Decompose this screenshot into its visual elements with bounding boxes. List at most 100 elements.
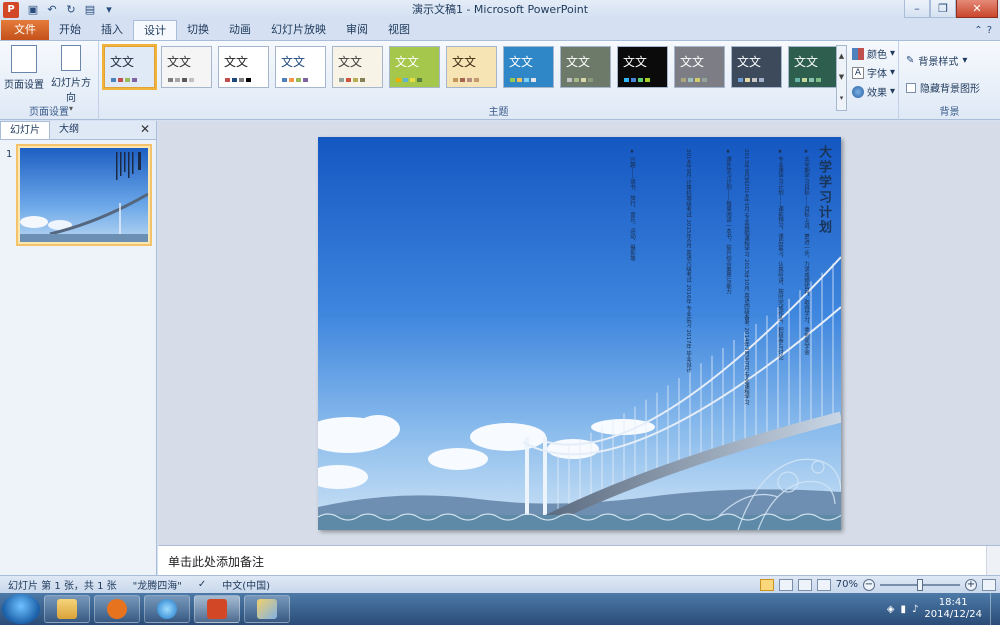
tab-view[interactable]: 视图 bbox=[378, 20, 420, 40]
close-pane-icon[interactable]: ✕ bbox=[140, 122, 150, 136]
spelling-check-icon[interactable]: ✓ bbox=[190, 579, 214, 590]
slide-text-column[interactable]: 2013年9月至2014年1月 专业基础课程学习 2013年10月 英语四级备考… bbox=[742, 149, 749, 405]
page-setup-button[interactable]: 页面设置 bbox=[2, 45, 46, 91]
taskbar-explorer[interactable] bbox=[44, 595, 90, 623]
notes-pane[interactable]: 单击此处添加备注 bbox=[158, 545, 1000, 576]
tab-home[interactable]: 开始 bbox=[49, 20, 91, 40]
zoom-slider-knob[interactable] bbox=[917, 578, 923, 591]
taskbar-pdf-reader[interactable] bbox=[94, 595, 140, 623]
language-status[interactable]: 中文(中国) bbox=[214, 577, 278, 592]
slide-orientation-label: 幻灯片方向 bbox=[51, 78, 91, 104]
powerpoint-icon bbox=[207, 599, 227, 619]
theme-thumbnail[interactable]: 文文 bbox=[446, 46, 497, 88]
background-options: ✎ 背景样式 ▾ 隐藏背景图形 bbox=[906, 53, 980, 95]
theme-thumbnail[interactable]: 文文 bbox=[560, 46, 611, 88]
color-swatch bbox=[574, 78, 579, 82]
slide-text-column[interactable]: ★ 兴趣——读书、旅行、音乐、运动、摄影等 bbox=[628, 149, 635, 261]
theme-thumbnail[interactable]: 文文 bbox=[503, 46, 554, 88]
close-icon[interactable]: ✕ bbox=[956, 0, 998, 18]
security-icon[interactable]: ◈ bbox=[887, 604, 895, 615]
gallery-more-icon[interactable]: ▾ bbox=[837, 88, 846, 109]
taskbar-browser[interactable] bbox=[144, 595, 190, 623]
help-icon[interactable]: ? bbox=[987, 25, 992, 36]
normal-view-icon[interactable] bbox=[759, 578, 774, 591]
theme-thumbnail[interactable]: 文文 bbox=[617, 46, 668, 88]
volume-icon[interactable]: ♪ bbox=[912, 604, 918, 615]
fonts-button[interactable]: A 字体 ▾ bbox=[852, 65, 895, 80]
tab-design[interactable]: 设计 bbox=[133, 20, 177, 40]
zoom-in-icon[interactable]: + bbox=[965, 578, 977, 591]
tab-animations[interactable]: 动画 bbox=[219, 20, 261, 40]
zoom-level[interactable]: 70% bbox=[836, 579, 858, 590]
slide-text-column[interactable]: ★ 课外学习计划——每周阅读一本书，提升综合素质与能力 bbox=[724, 149, 731, 294]
restore-icon[interactable]: ❐ bbox=[930, 0, 956, 18]
tab-file[interactable]: 文件 bbox=[1, 20, 49, 40]
background-styles-button[interactable]: ✎ 背景样式 ▾ bbox=[906, 53, 980, 68]
zoom-slider[interactable] bbox=[880, 578, 960, 591]
slide-sorter-view-icon[interactable] bbox=[778, 578, 793, 591]
color-swatch bbox=[474, 78, 479, 82]
color-swatch bbox=[581, 78, 586, 82]
theme-thumbnail[interactable]: 文文 bbox=[102, 44, 157, 90]
clock[interactable]: 18:41 2014/12/24 bbox=[924, 597, 982, 621]
theme-thumbnail[interactable]: 文文 bbox=[731, 46, 782, 88]
slide-text-column[interactable]: 2014年9月 计算机等级考试 2015年6月 英语六级考试 2016年 专业实… bbox=[684, 149, 691, 373]
color-swatch bbox=[752, 78, 757, 82]
theme-thumbnail[interactable]: 文文 bbox=[218, 46, 269, 88]
start-button[interactable] bbox=[2, 594, 40, 624]
notes-placeholder[interactable]: 单击此处添加备注 bbox=[168, 553, 264, 570]
group-label-background: 背景 bbox=[939, 107, 960, 118]
current-slide[interactable]: 大学学习计划 ★ 本学期学习目标——目标上进、更进一步，力求成绩优异，取得学分，… bbox=[318, 137, 841, 530]
reading-view-icon[interactable] bbox=[797, 578, 812, 591]
color-swatch bbox=[182, 78, 187, 82]
tab-outline[interactable]: 大纲 bbox=[50, 121, 88, 139]
redo-icon[interactable]: ↻ bbox=[63, 2, 79, 18]
minimize-ribbon-icon[interactable]: ⌃ bbox=[974, 25, 982, 36]
show-desktop-button[interactable] bbox=[990, 593, 1000, 625]
theme-thumbnail[interactable]: 文文 bbox=[332, 46, 383, 88]
tab-insert[interactable]: 插入 bbox=[91, 20, 133, 40]
theme-color-swatches bbox=[225, 78, 251, 82]
colors-button[interactable]: 颜色 ▾ bbox=[852, 46, 895, 61]
theme-thumbnail[interactable]: 文文 bbox=[389, 46, 440, 88]
minimize-icon[interactable]: – bbox=[904, 0, 930, 18]
taskbar-paint[interactable] bbox=[244, 595, 290, 623]
color-swatch bbox=[681, 78, 686, 82]
hide-background-graphics-checkbox[interactable]: 隐藏背景图形 bbox=[906, 80, 980, 95]
slide-text-column[interactable]: ★ 专业课学习计划——课前预习、课后复习，认真听讲，按时完成作业，积极参与讨论 bbox=[776, 149, 783, 360]
save-icon[interactable]: ▣ bbox=[25, 2, 41, 18]
customize-icon[interactable]: ▾ bbox=[101, 2, 117, 18]
powerpoint-app-icon[interactable]: P bbox=[3, 2, 19, 18]
theme-thumbnail[interactable]: 文文 bbox=[161, 46, 212, 88]
effects-button[interactable]: 效果 ▾ bbox=[852, 84, 895, 99]
theme-thumbnail[interactable]: 文文 bbox=[275, 46, 326, 88]
windows-taskbar: ◈ ▮ ♪ 18:41 2014/12/24 bbox=[0, 593, 1000, 625]
theme-color-swatches bbox=[624, 78, 650, 82]
slideshow-view-icon[interactable] bbox=[816, 578, 831, 591]
theme-color-swatches bbox=[339, 78, 365, 82]
undo-icon[interactable]: ↶ bbox=[44, 2, 60, 18]
tab-slides[interactable]: 幻灯片 bbox=[0, 121, 50, 139]
theme-thumbnail[interactable]: 文文 bbox=[674, 46, 725, 88]
tab-transitions[interactable]: 切换 bbox=[177, 20, 219, 40]
tab-review[interactable]: 审阅 bbox=[336, 20, 378, 40]
theme-variants: 颜色 ▾ A 字体 ▾ 效果 ▾ bbox=[852, 46, 895, 99]
scroll-down-icon[interactable]: ▼ bbox=[837, 67, 846, 88]
zoom-out-icon[interactable]: − bbox=[863, 578, 875, 591]
color-swatch bbox=[175, 78, 180, 82]
checkbox-icon[interactable] bbox=[906, 82, 916, 93]
fit-slide-icon[interactable] bbox=[982, 578, 996, 591]
slide-title[interactable]: 大学学习计划 bbox=[814, 145, 833, 235]
notes-scrollbar[interactable] bbox=[986, 546, 1000, 576]
taskbar-powerpoint[interactable] bbox=[194, 595, 240, 623]
theme-color-swatches bbox=[111, 78, 137, 82]
color-swatch bbox=[339, 78, 344, 82]
theme-thumbnail[interactable]: 文文 bbox=[788, 46, 839, 88]
slide-thumbnail[interactable] bbox=[16, 144, 152, 246]
network-icon[interactable]: ▮ bbox=[900, 604, 906, 615]
tab-slideshow[interactable]: 幻灯片放映 bbox=[261, 20, 336, 40]
scroll-up-icon[interactable]: ▲ bbox=[837, 46, 846, 67]
gallery-scroll[interactable]: ▲ ▼ ▾ bbox=[836, 45, 847, 111]
slide-text-column[interactable]: ★ 本学期学习目标——目标上进、更进一步，力求成绩优异，取得学分，拿到奖学金 bbox=[802, 149, 809, 355]
new-icon[interactable]: ▤ bbox=[82, 2, 98, 18]
